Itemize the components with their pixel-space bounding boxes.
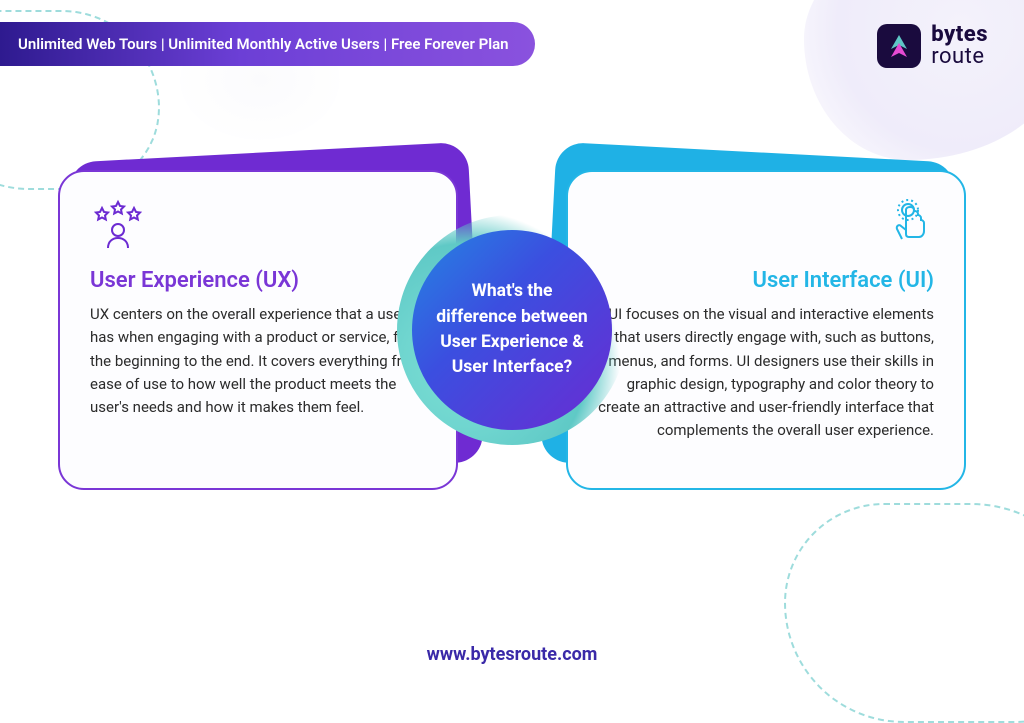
brand-logo: bytes route	[877, 24, 988, 68]
center-circle: What's the difference between User Exper…	[412, 230, 612, 430]
promo-banner-text: Unlimited Web Tours | Unlimited Monthly …	[18, 35, 509, 53]
brand-logo-text: bytes route	[931, 24, 988, 68]
stars-person-icon	[90, 198, 146, 254]
ui-card-body: UI focuses on the visual and interactive…	[598, 303, 934, 443]
touch-hand-icon	[886, 198, 934, 254]
promo-banner: Unlimited Web Tours | Unlimited Monthly …	[0, 22, 535, 66]
brand-logo-mark	[877, 24, 921, 68]
brand-name-line2: route	[931, 46, 988, 68]
brand-name-line1: bytes	[931, 24, 988, 46]
ux-card-body: UX centers on the overall experience tha…	[90, 303, 426, 419]
center-question: What's the difference between User Exper…	[434, 279, 590, 381]
ui-card-title: User Interface (UI)	[598, 268, 934, 293]
brand-arrow-icon	[885, 31, 913, 61]
bg-dashed-right	[784, 503, 1024, 723]
footer-url: www.bytesroute.com	[427, 644, 598, 665]
ux-card-title: User Experience (UX)	[90, 268, 426, 293]
center-ring: What's the difference between User Exper…	[397, 215, 627, 445]
